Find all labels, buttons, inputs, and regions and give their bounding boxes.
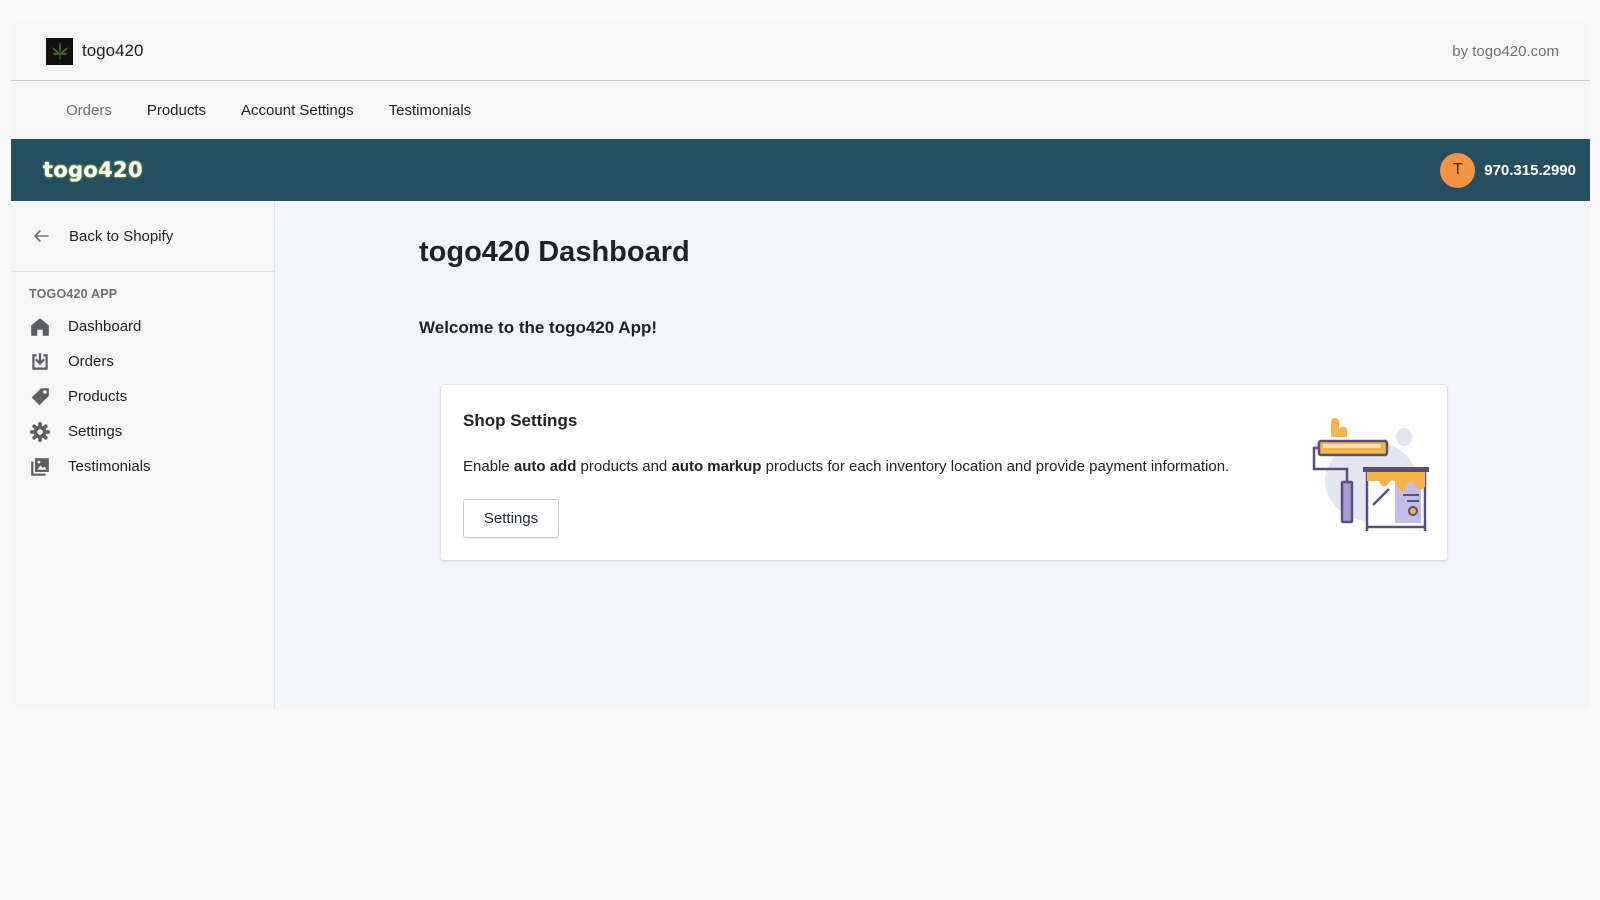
main-content: togo420 Dashboard Welcome to the togo420… bbox=[275, 201, 1590, 709]
welcome-text: Welcome to the togo420 App! bbox=[419, 318, 658, 337]
brand-logo[interactable]: togo420 bbox=[43, 158, 143, 182]
sidebar-nav: Dashboard Orders Products Settings Testi… bbox=[11, 309, 274, 484]
user-menu[interactable]: T 970.315.2990 bbox=[1440, 152, 1576, 188]
app-name: togo420 bbox=[82, 41, 144, 60]
tab-products[interactable]: Products bbox=[147, 102, 206, 119]
desc-text: products and bbox=[576, 458, 672, 475]
sidebar-item-label: Settings bbox=[68, 423, 123, 440]
card-title: Shop Settings bbox=[463, 411, 578, 430]
tab-account-settings[interactable]: Account Settings bbox=[241, 102, 354, 119]
settings-button[interactable]: Settings bbox=[463, 499, 559, 538]
avatar[interactable]: T bbox=[1440, 152, 1476, 188]
sidebar-item-label: Orders bbox=[68, 353, 114, 370]
by-label: by togo420.com bbox=[1452, 42, 1559, 60]
sidebar-item-testimonials[interactable]: Testimonials bbox=[11, 449, 274, 484]
cannabis-leaf-icon bbox=[46, 37, 73, 65]
app-frame: togo420 by togo420.com Orders Products A… bbox=[11, 22, 1590, 709]
home-icon bbox=[31, 317, 49, 336]
tab-orders[interactable]: Orders bbox=[66, 102, 112, 119]
sidebar-item-label: Testimonials bbox=[68, 458, 151, 475]
arrow-left-icon bbox=[34, 230, 49, 242]
page-title: togo420 Dashboard bbox=[419, 236, 690, 268]
images-icon bbox=[31, 457, 49, 476]
desc-text: products for each inventory location and… bbox=[761, 458, 1230, 475]
sidebar-item-label: Products bbox=[68, 388, 128, 405]
desc-text: Enable bbox=[463, 458, 514, 475]
tab-testimonials[interactable]: Testimonials bbox=[389, 102, 472, 119]
shop-settings-card: Shop Settings Enable auto add products a… bbox=[441, 385, 1447, 560]
sidebar: Back to Shopify TOGO420 APP Dashboard Or… bbox=[11, 201, 275, 709]
back-label: Back to Shopify bbox=[69, 227, 174, 245]
tag-icon bbox=[31, 387, 49, 405]
brand-bar: togo420 T 970.315.2990 bbox=[11, 139, 1590, 201]
back-to-shopify-link[interactable]: Back to Shopify bbox=[11, 201, 274, 272]
app-header: togo420 by togo420.com bbox=[11, 22, 1590, 81]
sidebar-section-title: TOGO420 APP bbox=[29, 287, 118, 301]
desc-bold-auto-markup: auto markup bbox=[671, 458, 762, 475]
sidebar-item-products[interactable]: Products bbox=[11, 379, 274, 414]
gear-icon bbox=[30, 421, 50, 442]
desc-bold-auto-add: auto add bbox=[513, 458, 577, 475]
sidebar-item-settings[interactable]: Settings bbox=[11, 414, 274, 449]
phone-number: 970.315.2990 bbox=[1484, 161, 1576, 179]
paint-roller-illustration bbox=[1312, 417, 1429, 531]
sidebar-item-orders[interactable]: Orders bbox=[11, 344, 274, 379]
card-description: Enable auto add products and auto markup… bbox=[463, 458, 1229, 475]
sidebar-item-label: Dashboard bbox=[68, 318, 142, 335]
inbox-download-icon bbox=[32, 352, 48, 370]
content-area: Back to Shopify TOGO420 APP Dashboard Or… bbox=[11, 201, 1590, 709]
sidebar-item-dashboard[interactable]: Dashboard bbox=[11, 309, 274, 344]
top-nav: Orders Products Account Settings Testimo… bbox=[11, 81, 1590, 139]
